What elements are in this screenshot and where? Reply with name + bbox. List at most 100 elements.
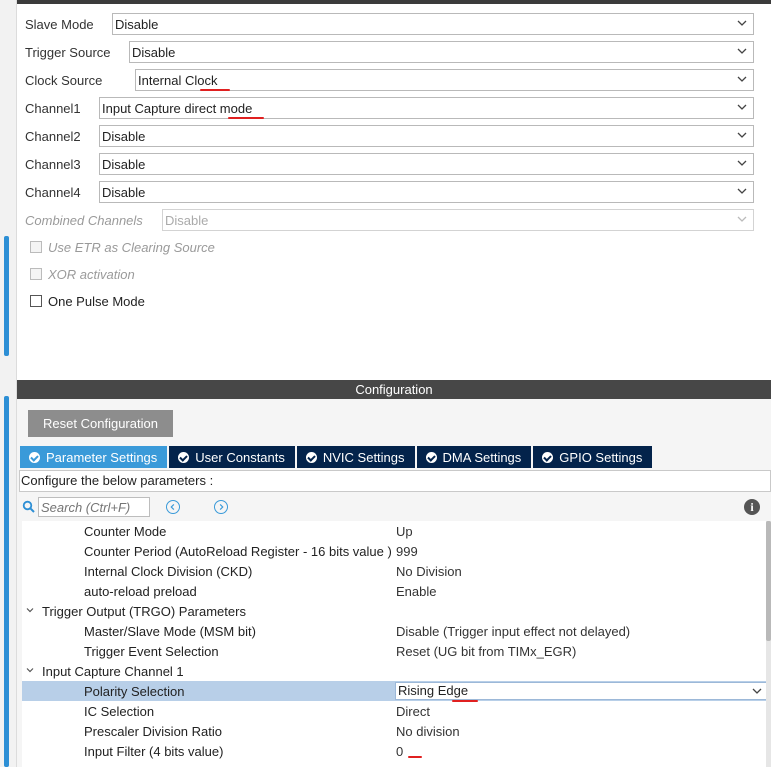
annotation-underline bbox=[452, 700, 478, 702]
table-row[interactable]: Counter Mode Up bbox=[22, 521, 766, 541]
left-gutter bbox=[0, 0, 17, 767]
clock-source-label: Clock Source bbox=[25, 72, 103, 88]
trgo-group-row[interactable]: Trigger Output (TRGO) Parameters bbox=[22, 601, 766, 621]
reset-configuration-button[interactable]: Reset Configuration bbox=[28, 410, 173, 437]
slave-mode-select[interactable]: Disable bbox=[112, 13, 754, 35]
param-value: No division bbox=[396, 723, 460, 739]
channel1-row: Channel1 bbox=[25, 97, 81, 119]
chevron-down-icon bbox=[737, 20, 747, 26]
table-row[interactable]: Internal Clock Division (CKD) No Divisio… bbox=[22, 561, 766, 581]
search-input[interactable] bbox=[38, 497, 150, 517]
param-name: Trigger Event Selection bbox=[84, 643, 219, 659]
combined-channels-value: Disable bbox=[165, 212, 209, 228]
param-name: auto-reload preload bbox=[84, 583, 197, 599]
xor-checkbox: XOR activation bbox=[30, 265, 135, 283]
channel2-value: Disable bbox=[102, 128, 146, 144]
search-icon bbox=[22, 500, 35, 513]
info-icon[interactable]: i bbox=[744, 499, 760, 515]
channel3-label: Channel3 bbox=[25, 156, 81, 172]
param-value: Reset (UG bit from TIMx_EGR) bbox=[396, 643, 577, 659]
slave-mode-row: Slave Mode bbox=[25, 13, 94, 35]
slave-mode-value: Disable bbox=[115, 16, 159, 32]
configuration-header: Configuration bbox=[17, 380, 771, 399]
param-name: Counter Mode bbox=[84, 523, 167, 539]
table-row[interactable]: Master/Slave Mode (MSM bit) Disable (Tri… bbox=[22, 621, 766, 641]
table-row[interactable]: IC Selection Direct bbox=[22, 701, 766, 721]
param-value: Enable bbox=[396, 583, 437, 599]
chevron-down-icon bbox=[737, 132, 747, 138]
checkbox-box[interactable] bbox=[30, 295, 42, 307]
param-name: Input Filter (4 bits value) bbox=[84, 743, 224, 759]
trigger-source-row: Trigger Source bbox=[25, 41, 111, 63]
clock-source-select[interactable]: Internal Clock bbox=[135, 69, 754, 91]
chevron-down-icon bbox=[737, 216, 747, 222]
channel2-select[interactable]: Disable bbox=[99, 125, 754, 147]
tab-dma-settings[interactable]: DMA Settings bbox=[416, 446, 532, 468]
channel1-label: Channel1 bbox=[25, 100, 81, 116]
parameter-table: Counter Mode Up Counter Period (AutoRelo… bbox=[22, 521, 767, 767]
check-circle-icon bbox=[305, 451, 317, 463]
chevron-down-icon bbox=[737, 76, 747, 82]
clock-source-row: Clock Source bbox=[25, 69, 102, 91]
check-circle-icon bbox=[542, 451, 554, 463]
param-value: Direct bbox=[396, 703, 430, 719]
channel4-select[interactable]: Disable bbox=[99, 181, 754, 203]
combined-channels-select: Disable bbox=[162, 209, 754, 231]
trigger-source-select[interactable]: Disable bbox=[129, 41, 754, 63]
tab-label: NVIC Settings bbox=[322, 449, 405, 465]
channel4-label: Channel4 bbox=[25, 184, 81, 200]
search-row bbox=[22, 497, 150, 517]
channel3-row: Channel3 bbox=[25, 153, 81, 175]
tab-parameter-settings[interactable]: Parameter Settings bbox=[20, 446, 168, 468]
table-row[interactable]: Trigger Event Selection Reset (UG bit fr… bbox=[22, 641, 766, 661]
trigger-source-label: Trigger Source bbox=[25, 44, 111, 60]
etr-checkbox-label: Use ETR as Clearing Source bbox=[48, 239, 215, 255]
polarity-select[interactable]: Rising Edge bbox=[395, 682, 767, 700]
combined-channels-label: Combined Channels bbox=[25, 212, 143, 228]
table-row[interactable]: Input Filter (4 bits value) 0 bbox=[22, 741, 766, 761]
xor-checkbox-label: XOR activation bbox=[48, 266, 135, 282]
chevron-down-icon bbox=[737, 48, 747, 54]
previous-match-icon[interactable] bbox=[166, 500, 180, 514]
tab-user-constants[interactable]: User Constants bbox=[169, 446, 295, 468]
next-match-icon[interactable] bbox=[214, 500, 228, 514]
param-value: Up bbox=[396, 523, 413, 539]
param-name: IC Selection bbox=[84, 703, 155, 719]
table-row[interactable]: auto-reload preload Enable bbox=[22, 581, 766, 601]
tab-gpio-settings[interactable]: GPIO Settings bbox=[533, 446, 653, 468]
channel1-select[interactable]: Input Capture direct mode bbox=[99, 97, 754, 119]
check-circle-icon bbox=[425, 451, 437, 463]
table-row-selected[interactable]: Polarity Selection Rising Edge bbox=[22, 681, 767, 701]
scroll-indicator bbox=[4, 396, 9, 767]
etr-checkbox: Use ETR as Clearing Source bbox=[30, 238, 215, 256]
channel3-select[interactable]: Disable bbox=[99, 153, 754, 175]
channel2-label: Channel2 bbox=[25, 128, 81, 144]
table-row[interactable]: Counter Period (AutoReload Register - 16… bbox=[22, 541, 766, 561]
config-tabs: Parameter Settings User Constants NVIC S… bbox=[20, 446, 654, 468]
one-pulse-checkbox[interactable]: One Pulse Mode bbox=[30, 292, 145, 310]
one-pulse-checkbox-label: One Pulse Mode bbox=[48, 293, 145, 309]
chevron-down-icon bbox=[737, 188, 747, 194]
ic1-group-row[interactable]: Input Capture Channel 1 bbox=[22, 661, 766, 681]
tab-nvic-settings[interactable]: NVIC Settings bbox=[296, 446, 415, 468]
channel4-value: Disable bbox=[102, 184, 146, 200]
param-value: 0 bbox=[396, 743, 404, 759]
chevron-down-icon[interactable] bbox=[26, 666, 34, 674]
param-name: Master/Slave Mode (MSM bit) bbox=[84, 623, 256, 639]
trigger-source-value: Disable bbox=[132, 44, 176, 60]
clock-source-value: Internal Clock bbox=[138, 72, 218, 88]
table-row[interactable]: Prescaler Division Ratio No division bbox=[22, 721, 766, 741]
channel3-value: Disable bbox=[102, 156, 146, 172]
check-circle-icon bbox=[29, 451, 40, 463]
channel2-row: Channel2 bbox=[25, 125, 81, 147]
annotation-underline bbox=[228, 117, 264, 119]
param-value: No Division bbox=[396, 563, 462, 579]
tab-label: Parameter Settings bbox=[46, 449, 158, 465]
scroll-indicator bbox=[4, 236, 9, 356]
param-value: 999 bbox=[396, 543, 418, 559]
scrollbar-thumb[interactable] bbox=[766, 521, 771, 641]
group-label: Trigger Output (TRGO) Parameters bbox=[42, 603, 246, 619]
chevron-down-icon[interactable] bbox=[26, 606, 34, 614]
chevron-down-icon bbox=[752, 688, 762, 694]
annotation-underline bbox=[408, 756, 422, 758]
